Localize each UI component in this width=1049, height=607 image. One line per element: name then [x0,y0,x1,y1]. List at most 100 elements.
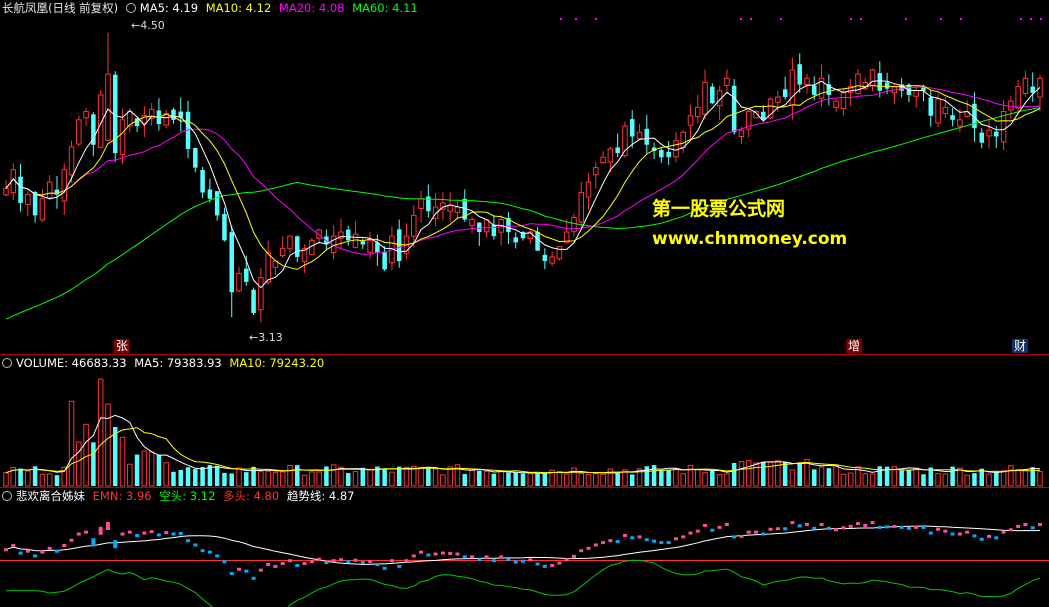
event-tag-cai[interactable]: 财 [1012,339,1029,353]
volume-bar [585,474,592,487]
stock-chart[interactable] [0,0,1049,607]
pane-toggle-icon[interactable] [125,3,136,13]
indicator-marker [783,527,788,531]
candle-body [644,128,650,145]
volume-bar [847,472,854,487]
volume-bar [214,465,220,486]
indicator-marker [84,530,89,534]
volume-bar [25,470,31,487]
candle-body [600,156,606,164]
volume-bar [148,451,155,487]
pane-toggle-icon[interactable] [2,491,12,501]
indicator-marker [207,550,212,554]
indicator-marker [950,532,955,536]
candle-body [32,191,38,216]
volume-bar [171,471,176,486]
volume-bar [345,473,351,486]
ma5-value: MA5: 4.19 [139,1,199,15]
indicator-marker [928,531,933,535]
volume-bar [899,470,904,486]
volume-bar [251,466,256,486]
indicator-marker [338,558,343,562]
candle-body [418,198,424,209]
indicator-marker [521,559,525,563]
indicator-marker [40,550,45,554]
candle-body [1015,86,1021,109]
indicator-marker [775,527,780,531]
volume-bar [818,466,825,487]
indicator-marker [841,526,846,530]
signal-dot [740,18,742,20]
candle-body [214,191,220,216]
indicator-marker [622,533,627,537]
candle-body [549,256,555,264]
candle-body [775,96,781,103]
volume-bar [542,472,548,486]
event-tag-zhang[interactable]: 张 [114,339,131,353]
volume-bar [39,473,46,487]
indicator-marker [222,560,227,564]
volume-bar [1008,465,1014,487]
indicator-marker [877,525,882,529]
volume-bar [935,473,941,487]
candle-body [200,169,205,193]
volume-bar [178,469,184,486]
candle-body [804,77,810,86]
volume-bar [426,467,431,486]
signal-dot [595,18,597,20]
indicator-marker [280,562,285,566]
indicator-marker [484,555,489,559]
candle-body [258,277,264,311]
candle-body [54,189,60,195]
signal-dot [575,18,577,20]
volume-bar [702,472,708,487]
volume-bar [97,378,104,487]
stock-title[interactable]: 长航凤凰(日线 前复权) [2,1,118,15]
indicator-marker [644,538,649,542]
volume-bar [76,441,82,487]
indicator-marker [1008,528,1013,532]
indicator-marker [4,548,8,552]
candle-body [928,97,934,116]
indicator-marker [804,523,809,526]
volume-bar [316,471,322,487]
indicator-marker [826,526,831,530]
candle-body [695,106,701,118]
candle-body [222,213,227,241]
candle-body [833,100,839,108]
candle-body [396,229,402,262]
pane-toggle-icon[interactable] [2,358,12,368]
indicator-marker [62,543,67,547]
indicator-marker [703,523,708,527]
indicator-marker [593,543,598,547]
volume-bar [119,436,126,487]
volume-bar [840,473,847,487]
volume-bar [491,473,497,486]
candle-body [105,73,111,142]
volume-bar [506,472,511,486]
volume-bar [659,470,664,486]
event-tag-zeng[interactable]: 增 [846,339,863,353]
candle-body [1030,86,1035,93]
indicator-marker [368,560,373,564]
indicator-marker [608,539,613,543]
volume-bar [403,466,410,487]
indicator-name[interactable]: 悲欢离合姊妹 [16,489,85,503]
volume-bar [265,470,271,487]
indicator-marker [237,567,242,571]
candle-body [666,151,671,158]
indicator-marker [863,523,868,527]
volume-bar [644,466,650,486]
indicator-marker [681,535,686,539]
indicator-marker [215,554,220,558]
indicator-marker [855,522,860,526]
indicator-marker [258,568,263,572]
volume-bar [833,464,839,487]
volume-ma5-value: MA5: 79383.93 [134,356,222,370]
indicator-marker [710,528,715,532]
candle-body [593,167,599,176]
indicator-marker [535,562,540,566]
indicator-marker [542,564,547,568]
indicator-marker [957,532,962,536]
candle-body [782,89,788,97]
